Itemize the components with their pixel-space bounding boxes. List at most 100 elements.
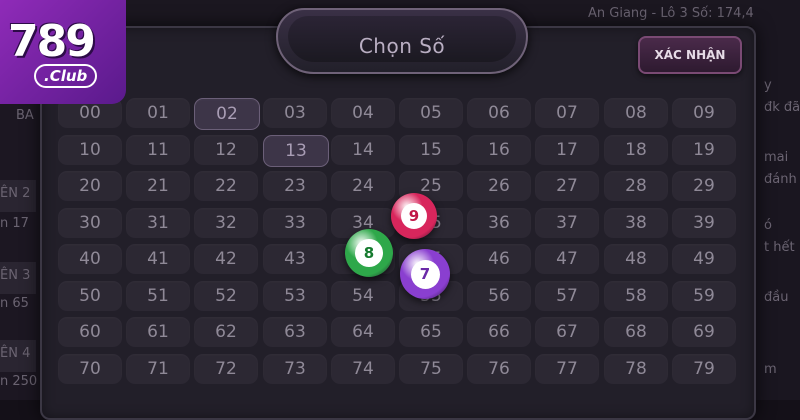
background-right-line: m xyxy=(764,362,777,377)
confirm-button[interactable]: XÁC NHẬN xyxy=(638,36,742,74)
number-cell-28[interactable]: 28 xyxy=(604,171,668,201)
number-cell-67[interactable]: 67 xyxy=(535,317,599,347)
background-left-line: ÊN 3 xyxy=(0,268,31,283)
number-cell-07[interactable]: 07 xyxy=(535,98,599,128)
number-cell-60[interactable]: 60 xyxy=(58,317,122,347)
number-cell-58[interactable]: 58 xyxy=(604,281,668,311)
background-left-line: ÊN 4 xyxy=(0,346,31,361)
number-cell-74[interactable]: 74 xyxy=(331,354,395,384)
number-cell-16[interactable]: 16 xyxy=(467,135,531,165)
number-cell-57[interactable]: 57 xyxy=(535,281,599,311)
number-cell-66[interactable]: 66 xyxy=(467,317,531,347)
number-cell-04[interactable]: 04 xyxy=(331,98,395,128)
number-cell-52[interactable]: 52 xyxy=(194,281,258,311)
background-result-text: An Giang - Lô 3 Số: 174,4 xyxy=(588,6,754,21)
number-cell-32[interactable]: 32 xyxy=(194,208,258,238)
number-cell-15[interactable]: 15 xyxy=(399,135,463,165)
number-cell-54[interactable]: 54 xyxy=(331,281,395,311)
number-cell-65[interactable]: 65 xyxy=(399,317,463,347)
background-left-line: n 17 xyxy=(0,216,29,231)
number-cell-33[interactable]: 33 xyxy=(263,208,327,238)
modal-title-tab: Chọn Số xyxy=(276,8,528,74)
number-cell-14[interactable]: 14 xyxy=(331,135,395,165)
number-cell-11[interactable]: 11 xyxy=(126,135,190,165)
number-cell-05[interactable]: 05 xyxy=(399,98,463,128)
background-right-line: đánh xyxy=(764,172,797,187)
background-left-line: n 250 xyxy=(0,374,38,389)
number-cell-68[interactable]: 68 xyxy=(604,317,668,347)
number-cell-08[interactable]: 08 xyxy=(604,98,668,128)
modal-title: Chọn Số xyxy=(358,34,446,58)
number-cell-72[interactable]: 72 xyxy=(194,354,258,384)
brand-logo: 789 .Club xyxy=(0,0,126,104)
lottery-ball-8: 8 xyxy=(345,229,393,277)
number-cell-27[interactable]: 27 xyxy=(535,171,599,201)
number-cell-26[interactable]: 26 xyxy=(467,171,531,201)
number-cell-48[interactable]: 48 xyxy=(604,244,668,274)
number-cell-31[interactable]: 31 xyxy=(126,208,190,238)
number-cell-36[interactable]: 36 xyxy=(467,208,531,238)
number-cell-76[interactable]: 76 xyxy=(467,354,531,384)
number-cell-10[interactable]: 10 xyxy=(58,135,122,165)
number-cell-47[interactable]: 47 xyxy=(535,244,599,274)
background-right-line: mai xyxy=(764,150,789,165)
number-cell-78[interactable]: 78 xyxy=(604,354,668,384)
logo-club-text: .Club xyxy=(34,64,98,88)
number-cell-64[interactable]: 64 xyxy=(331,317,395,347)
number-cell-21[interactable]: 21 xyxy=(126,171,190,201)
number-cell-12[interactable]: 12 xyxy=(194,135,258,165)
number-cell-43[interactable]: 43 xyxy=(263,244,327,274)
background-right-line: đầu xyxy=(764,290,789,305)
number-cell-51[interactable]: 51 xyxy=(126,281,190,311)
number-cell-02[interactable]: 02 xyxy=(194,98,260,130)
number-cell-69[interactable]: 69 xyxy=(672,317,736,347)
number-cell-01[interactable]: 01 xyxy=(126,98,190,128)
background-left-line: n 65 xyxy=(0,296,29,311)
number-cell-03[interactable]: 03 xyxy=(263,98,327,128)
number-cell-63[interactable]: 63 xyxy=(263,317,327,347)
number-cell-39[interactable]: 39 xyxy=(672,208,736,238)
number-cell-59[interactable]: 59 xyxy=(672,281,736,311)
background-right-line: y xyxy=(764,78,772,93)
number-cell-29[interactable]: 29 xyxy=(672,171,736,201)
number-cell-23[interactable]: 23 xyxy=(263,171,327,201)
number-cell-18[interactable]: 18 xyxy=(604,135,668,165)
number-cell-77[interactable]: 77 xyxy=(535,354,599,384)
number-cell-09[interactable]: 09 xyxy=(672,98,736,128)
number-cell-17[interactable]: 17 xyxy=(535,135,599,165)
number-cell-42[interactable]: 42 xyxy=(194,244,258,274)
background-left-line: BA xyxy=(16,108,34,123)
number-cell-56[interactable]: 56 xyxy=(467,281,531,311)
background-right-panel xyxy=(752,0,800,400)
number-cell-50[interactable]: 50 xyxy=(58,281,122,311)
number-cell-46[interactable]: 46 xyxy=(467,244,531,274)
number-cell-71[interactable]: 71 xyxy=(126,354,190,384)
number-cell-53[interactable]: 53 xyxy=(263,281,327,311)
number-cell-61[interactable]: 61 xyxy=(126,317,190,347)
lottery-ball-7: 7 xyxy=(400,249,450,299)
number-cell-75[interactable]: 75 xyxy=(399,354,463,384)
ball-label: 9 xyxy=(400,202,428,230)
lottery-ball-9: 9 xyxy=(391,193,437,239)
number-cell-19[interactable]: 19 xyxy=(672,135,736,165)
number-cell-73[interactable]: 73 xyxy=(263,354,327,384)
background-right-line: t hết xyxy=(764,240,795,255)
ball-label: 7 xyxy=(410,259,440,289)
background-left-line: ÊN 2 xyxy=(0,186,31,201)
number-cell-38[interactable]: 38 xyxy=(604,208,668,238)
number-cell-22[interactable]: 22 xyxy=(194,171,258,201)
number-cell-06[interactable]: 06 xyxy=(467,98,531,128)
number-cell-20[interactable]: 20 xyxy=(58,171,122,201)
ball-label: 8 xyxy=(355,239,383,267)
number-cell-24[interactable]: 24 xyxy=(331,171,395,201)
number-cell-40[interactable]: 40 xyxy=(58,244,122,274)
number-cell-37[interactable]: 37 xyxy=(535,208,599,238)
number-cell-30[interactable]: 30 xyxy=(58,208,122,238)
number-cell-49[interactable]: 49 xyxy=(672,244,736,274)
number-cell-70[interactable]: 70 xyxy=(58,354,122,384)
number-cell-41[interactable]: 41 xyxy=(126,244,190,274)
logo-number: 789 xyxy=(8,16,96,67)
number-cell-62[interactable]: 62 xyxy=(194,317,258,347)
number-cell-79[interactable]: 79 xyxy=(672,354,736,384)
number-cell-13[interactable]: 13 xyxy=(263,135,329,167)
